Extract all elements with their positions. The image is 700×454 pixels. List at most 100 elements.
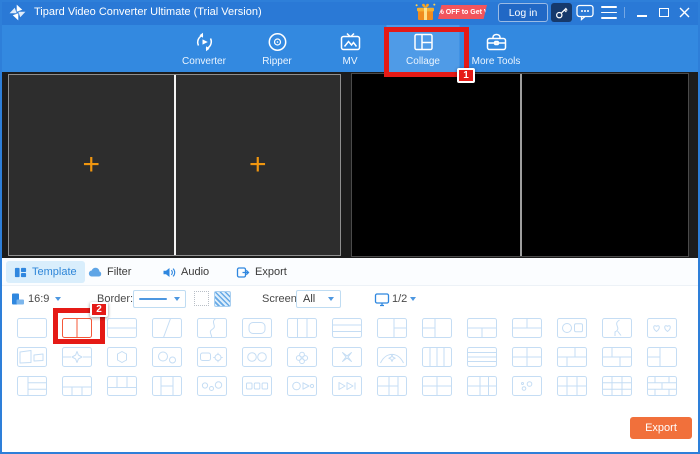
panel-tabs-row: Template Filter Audio Export — [0, 258, 700, 286]
border-corner-button[interactable] — [194, 291, 209, 306]
template-item-h2[interactable] — [107, 318, 137, 338]
export-panel-icon — [236, 266, 250, 278]
panel-tab-audio[interactable]: Audio — [154, 261, 217, 283]
login-button[interactable]: Log in — [498, 3, 548, 22]
hamburger-menu-icon[interactable] — [601, 6, 617, 19]
template-item-r2b[interactable] — [17, 376, 47, 396]
border-style-dropdown[interactable] — [133, 290, 186, 308]
template-item-bannergear[interactable] — [197, 347, 227, 367]
template-item-scurve[interactable] — [602, 318, 632, 338]
key-icon — [556, 7, 568, 19]
template-item-g22[interactable] — [422, 376, 452, 396]
collage-cell-1[interactable]: + — [9, 75, 174, 255]
nav-items: Converter Ripper MV Collage More Tools — [168, 25, 533, 72]
app-logo-icon — [9, 4, 26, 21]
template-item-bowtie[interactable] — [332, 376, 362, 396]
main-navbar: Converter Ripper MV Collage More Tools — [0, 25, 700, 72]
promo-ribbon[interactable]: 50% OFF to Get VIP — [438, 5, 487, 19]
ripper-icon — [268, 33, 286, 51]
tab-ripper[interactable]: Ripper — [241, 25, 314, 72]
collage-editor: + + — [8, 74, 341, 256]
audio-speaker-icon — [163, 267, 176, 277]
template-item-circtri[interactable] — [287, 376, 317, 396]
screen-value: All — [303, 293, 316, 305]
gift-icon[interactable] — [415, 2, 436, 23]
close-icon — [679, 7, 690, 18]
template-item-g23[interactable] — [557, 376, 587, 396]
template-item-hex[interactable] — [107, 347, 137, 367]
tab-mv-label: MV — [342, 56, 358, 67]
mv-icon — [340, 32, 360, 51]
register-key-button[interactable] — [551, 3, 572, 22]
aspect-ratio-icon[interactable] — [11, 292, 25, 306]
aspect-ratio-value[interactable]: 16:9 — [28, 286, 49, 312]
maximize-button[interactable] — [656, 0, 672, 25]
tab-converter[interactable]: Converter — [168, 25, 241, 72]
template-item-hsplit[interactable] — [152, 376, 182, 396]
template-item-r2[interactable] — [377, 318, 407, 338]
panel-tab-export[interactable]: Export — [228, 261, 295, 283]
app-window: Tipard Video Converter Ultimate (Trial V… — [0, 0, 700, 454]
template-item-v4[interactable] — [422, 347, 452, 367]
export-button[interactable]: Export — [630, 417, 692, 439]
template-item-h3[interactable] — [332, 318, 362, 338]
template-item-starband[interactable] — [62, 347, 92, 367]
panel-tab-template[interactable]: Template — [6, 261, 85, 283]
template-item-clover[interactable] — [287, 347, 317, 367]
tab-more-tools[interactable]: More Tools — [460, 25, 533, 72]
template-item-gcross[interactable] — [467, 376, 497, 396]
template-item-b2[interactable] — [467, 318, 497, 338]
minimize-button[interactable] — [634, 0, 650, 25]
template-item-single[interactable] — [17, 318, 47, 338]
workspace: + + — [0, 72, 700, 258]
tab-mv[interactable]: MV — [314, 25, 387, 72]
panel-tab-filter[interactable]: Filter — [80, 261, 139, 283]
collage-cell-2[interactable]: + — [176, 75, 341, 255]
close-button[interactable] — [676, 0, 694, 25]
screen-dropdown[interactable]: All — [296, 290, 341, 308]
template-item-diag[interactable] — [152, 318, 182, 338]
template-item-hearts[interactable] — [647, 318, 677, 338]
template-item-b3[interactable] — [62, 376, 92, 396]
panel-tab-filter-label: Filter — [107, 266, 132, 278]
template-item-g22a[interactable] — [557, 347, 587, 367]
template-item-arcstar[interactable] — [377, 347, 407, 367]
template-item-circ2[interactable] — [152, 347, 182, 367]
panel-tab-export-label: Export — [255, 266, 287, 278]
template-item-circsq[interactable] — [557, 318, 587, 338]
aspect-ratio-caret-icon[interactable] — [55, 297, 61, 301]
template-item-t2b1[interactable] — [107, 376, 137, 396]
template-row — [0, 347, 700, 367]
template-item-curve[interactable] — [197, 318, 227, 338]
template-item-spark[interactable] — [332, 347, 362, 367]
template-item-g33[interactable] — [602, 376, 632, 396]
tab-more-tools-label: More Tools — [471, 56, 521, 67]
template-item-skew[interactable] — [17, 347, 47, 367]
template-item-circeq[interactable] — [242, 347, 272, 367]
template-item-g22r[interactable] — [377, 376, 407, 396]
template-item-h4[interactable] — [467, 347, 497, 367]
template-item-dots[interactable] — [512, 376, 542, 396]
template-item-v3[interactable] — [287, 318, 317, 338]
template-grid — [0, 312, 700, 396]
template-row — [0, 318, 700, 338]
feedback-chat-icon[interactable] — [576, 4, 595, 21]
template-item-gmix[interactable] — [647, 376, 677, 396]
template-item-l2[interactable] — [422, 318, 452, 338]
screen-label: Screen: — [262, 293, 300, 305]
template-item-circ3[interactable] — [197, 376, 227, 396]
panel-tab-template-label: Template — [32, 266, 77, 278]
template-item-g22[interactable] — [512, 347, 542, 367]
template-item-l2[interactable] — [647, 347, 677, 367]
page-indicator[interactable]: 1/2 — [392, 286, 407, 312]
template-item-inset[interactable] — [242, 318, 272, 338]
tab-converter-label: Converter — [182, 56, 226, 67]
more-tools-icon — [486, 33, 506, 51]
border-color-button[interactable] — [214, 291, 231, 307]
template-item-g22b[interactable] — [602, 347, 632, 367]
screen-caret-icon — [328, 297, 334, 301]
page-caret-icon[interactable] — [410, 297, 416, 301]
template-item-sq3[interactable] — [242, 376, 272, 396]
template-item-t2[interactable] — [512, 318, 542, 338]
titlebar: Tipard Video Converter Ultimate (Trial V… — [0, 0, 700, 25]
